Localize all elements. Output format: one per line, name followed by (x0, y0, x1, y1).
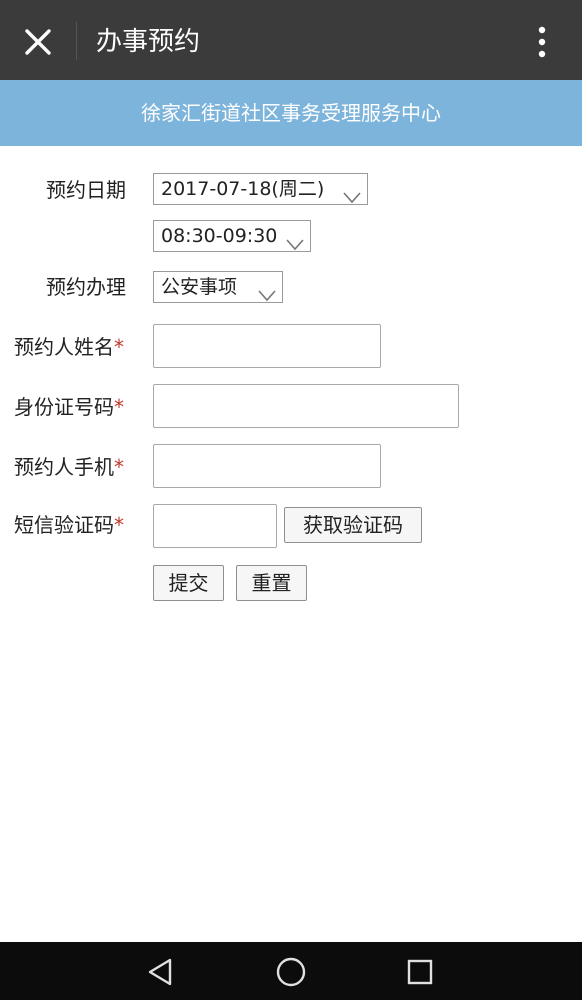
business-select-value: 公安事项 (161, 276, 238, 298)
date-select-value: 2017-07-18(周二) (161, 178, 325, 200)
date-select[interactable]: 2017-07-18(周二) (153, 173, 368, 205)
phone-label: 预约人手机* (14, 453, 124, 481)
id-number-input[interactable] (153, 384, 459, 428)
name-input[interactable] (153, 324, 381, 368)
required-mark: * (114, 395, 124, 419)
center-name: 徐家汇街道社区事务受理服务中心 (141, 101, 441, 125)
time-select-value: 08:30-09:30 (161, 225, 278, 247)
business-select[interactable]: 公安事项 (153, 271, 283, 303)
center-banner: 徐家汇街道社区事务受理服务中心 (0, 80, 582, 146)
reset-button[interactable]: 重置 (236, 565, 307, 601)
id-label-text: 身份证号码 (14, 395, 114, 419)
business-label: 预约办理 (46, 275, 126, 299)
close-icon[interactable] (18, 22, 58, 62)
app-bar-divider (76, 22, 77, 60)
id-label: 身份证号码* (14, 393, 124, 421)
name-label-text: 预约人姓名 (14, 335, 114, 359)
page-title: 办事预约 (96, 27, 201, 57)
back-triangle-icon[interactable] (143, 954, 179, 990)
sms-code-input[interactable] (153, 504, 277, 548)
phone-label-text: 预约人手机 (14, 455, 114, 479)
date-label: 预约日期 (46, 178, 126, 202)
chevron-down-icon (286, 230, 304, 251)
recents-square-icon[interactable] (402, 954, 438, 990)
get-code-button[interactable]: 获取验证码 (284, 507, 422, 543)
required-mark: * (114, 513, 124, 537)
chevron-down-icon (258, 281, 276, 302)
phone-input[interactable] (153, 444, 381, 488)
submit-button[interactable]: 提交 (153, 565, 224, 601)
name-label: 预约人姓名* (14, 333, 124, 361)
chevron-down-icon (343, 183, 361, 204)
required-mark: * (114, 335, 124, 359)
required-mark: * (114, 455, 124, 479)
more-vertical-icon[interactable] (528, 22, 556, 62)
time-select[interactable]: 08:30-09:30 (153, 220, 311, 252)
sms-label-text: 短信验证码 (14, 513, 114, 537)
app-bar: 办事预约 (0, 0, 582, 80)
system-nav-bar (0, 942, 582, 1000)
home-circle-icon[interactable] (273, 954, 309, 990)
sms-label: 短信验证码* (14, 511, 124, 539)
